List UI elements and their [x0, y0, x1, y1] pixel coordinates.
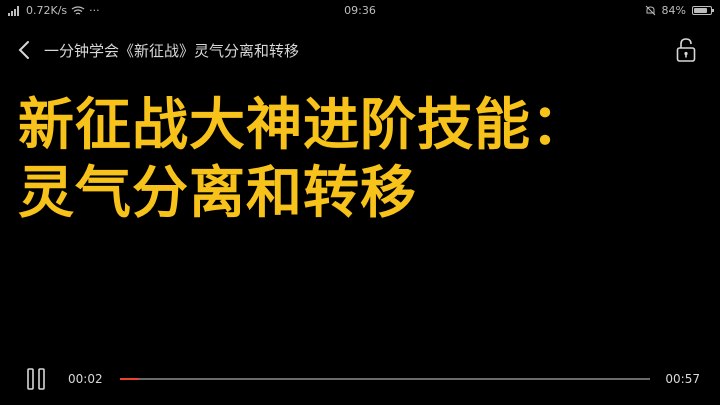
battery-icon [692, 6, 714, 15]
mute-bell-icon [645, 5, 655, 16]
total-time: 00:57 [665, 372, 700, 386]
headline-line-1: 新征战大神进阶技能： [18, 93, 588, 158]
status-right: 84% [645, 4, 714, 17]
back-button[interactable] [14, 38, 36, 62]
status-bar: 0.72K/s ··· 09:36 84% [0, 0, 720, 22]
battery-fill [694, 8, 708, 13]
video-headline: 新征战大神进阶技能： 灵气分离和转移 [18, 92, 588, 228]
progress-bar[interactable] [120, 378, 650, 380]
pause-icon [27, 368, 45, 390]
lock-icon [676, 38, 696, 62]
player-controls: 00:02 00:57 [0, 360, 720, 400]
status-time: 09:36 [344, 4, 376, 17]
lock-button[interactable] [674, 36, 698, 64]
progress-fill [120, 378, 139, 380]
chevron-left-icon [18, 41, 29, 59]
battery-percent: 84% [661, 4, 686, 17]
pause-button[interactable] [24, 366, 50, 392]
video-title: 一分钟学会《新征战》灵气分离和转移 [44, 42, 300, 60]
headline-line-2: 灵气分离和转移 [18, 161, 417, 226]
top-bar: 一分钟学会《新征战》灵气分离和转移 [0, 34, 720, 66]
current-time: 00:02 [68, 372, 103, 386]
